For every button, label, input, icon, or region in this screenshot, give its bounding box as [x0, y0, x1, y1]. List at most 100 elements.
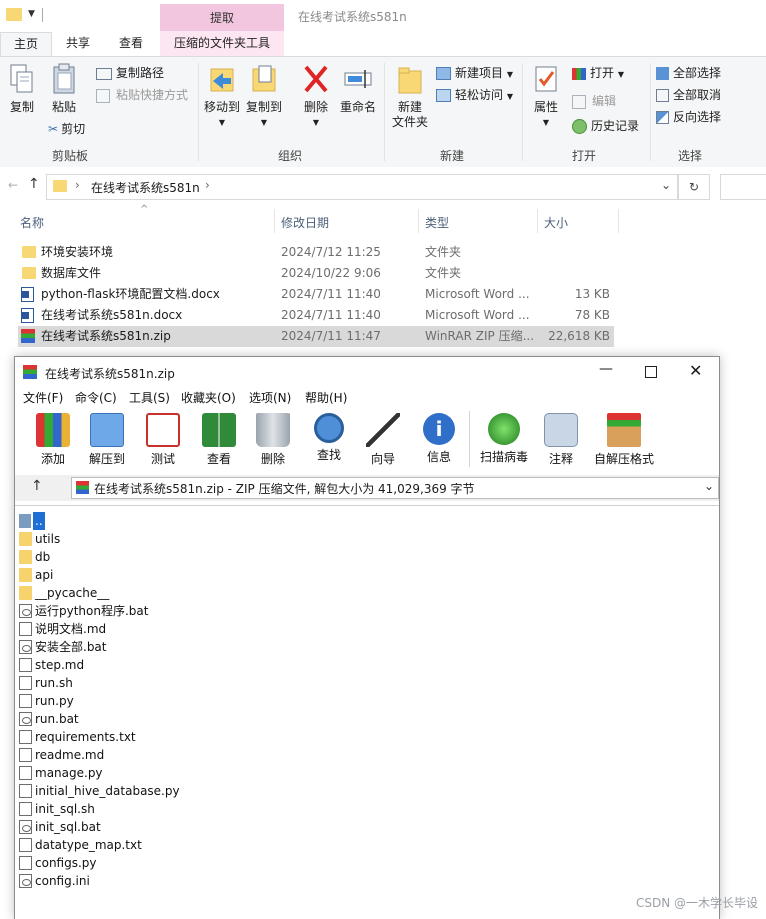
word-doc-icon [21, 287, 34, 302]
new-item-button[interactable]: 新建项目 ▼ [436, 63, 513, 83]
group-label-clipboard: 剪贴板 [52, 149, 89, 163]
ribbon: 复制 粘贴 复制路径 粘贴快捷方式 ✂ 剪切 剪贴板 移动到 ▼ 复制到 ▼ 删… [0, 56, 766, 168]
chevron-down-icon: ▼ [506, 92, 513, 101]
column-divider[interactable] [618, 209, 619, 233]
archive-entry-name: config.ini [35, 874, 90, 888]
rename-button[interactable]: 重命名 [336, 63, 380, 115]
search-input[interactable] [720, 174, 766, 200]
file-row[interactable]: python-flask环境配置文档.docx 2024/7/11 11:40 … [18, 284, 614, 305]
info-button[interactable]: i 信息 [413, 413, 465, 465]
archive-entry-name: run.py [35, 694, 74, 708]
chevron-down-icon: ▼ [542, 118, 550, 127]
chevron-down-icon: ▼ [260, 118, 268, 127]
tab-home[interactable]: 主页 [0, 32, 52, 57]
wizard-button[interactable]: 向导 [357, 413, 409, 467]
menu-favorites[interactable]: 收藏夹(O) [181, 389, 236, 406]
address-bar[interactable]: › 在线考试系统s581n › ⌄ [46, 174, 678, 200]
comment-button[interactable]: 注释 [535, 413, 587, 467]
chevron-down-icon[interactable]: ⌄ [661, 178, 671, 192]
copy-to-button[interactable]: 复制到 ▼ [244, 63, 284, 130]
archive-path-text: 在线考试系统s581n.zip - ZIP 压缩文件, 解包大小为 41,029… [94, 482, 475, 496]
new-folder-icon [398, 67, 422, 94]
copy-button[interactable]: 复制 [4, 63, 40, 115]
chevron-down-icon: ▼ [617, 70, 624, 79]
test-button[interactable]: 测试 [137, 413, 189, 467]
file-row[interactable]: 在线考试系统s581n.docx 2024/7/11 11:40 Microso… [18, 305, 614, 326]
winrar-zip-icon [21, 329, 35, 343]
ribbon-tabs: 主页 共享 查看 压缩的文件夹工具 [0, 31, 766, 57]
up-arrow-icon[interactable]: ↑ [28, 176, 40, 192]
tab-compressed-folder-tools[interactable]: 压缩的文件夹工具 [160, 31, 284, 56]
easy-access-button[interactable]: 轻松访问 ▼ [436, 85, 513, 105]
menu-tools[interactable]: 工具(S) [129, 389, 170, 406]
column-name[interactable]: 名称 [20, 214, 44, 231]
group-label-new: 新建 [440, 149, 465, 163]
settings-file-icon [19, 604, 32, 618]
group-divider [650, 63, 651, 161]
select-all-icon [656, 67, 669, 80]
add-button[interactable]: 添加 [27, 413, 79, 467]
cut-button[interactable]: ✂ 剪切 [48, 119, 85, 139]
delete-button[interactable]: 删除 [247, 413, 299, 467]
paste-shortcut-button[interactable]: 粘贴快捷方式 [96, 85, 188, 105]
column-divider[interactable] [418, 209, 419, 233]
select-none-button[interactable]: 全部取消 [656, 85, 721, 105]
archive-entry-name: 运行python程序.bat [35, 604, 149, 618]
file-row-selected[interactable]: 在线考试系统s581n.zip 2024/7/11 11:47 WinRAR Z… [18, 326, 614, 347]
file-type: WinRAR ZIP 压缩... [425, 329, 535, 343]
find-button[interactable]: 查找 [303, 413, 355, 463]
delete-button[interactable]: 删除 ▼ [298, 63, 334, 130]
edit-button[interactable]: 编辑 [572, 91, 616, 111]
copy-to-icon [252, 65, 276, 92]
menu-help[interactable]: 帮助(H) [305, 389, 347, 406]
column-date[interactable]: 修改日期 [281, 214, 329, 231]
sfx-box-icon [607, 413, 641, 447]
minimize-icon[interactable]: — [599, 361, 613, 377]
group-label-open: 打开 [572, 149, 597, 163]
copy-path-button[interactable]: 复制路径 [96, 63, 164, 83]
file-icon [19, 676, 32, 690]
menu-file[interactable]: 文件(F) [23, 389, 63, 406]
chevron-down-icon[interactable]: ▼ [28, 9, 35, 19]
close-icon[interactable]: ✕ [689, 361, 702, 380]
paste-button[interactable]: 粘贴 [46, 63, 82, 115]
history-button[interactable]: 历史记录 [572, 116, 639, 136]
folder-icon [22, 246, 36, 258]
column-divider[interactable] [537, 209, 538, 233]
menu-command[interactable]: 命令(C) [75, 389, 117, 406]
archive-path-field[interactable]: 在线考试系统s581n.zip - ZIP 压缩文件, 解包大小为 41,029… [71, 477, 719, 499]
extract-to-button[interactable]: 解压到 [81, 413, 133, 467]
chevron-right-icon[interactable]: › [205, 178, 210, 192]
up-arrow-icon[interactable]: ↑ [31, 478, 43, 494]
tab-share[interactable]: 共享 [54, 32, 102, 56]
invert-selection-button[interactable]: 反向选择 [656, 107, 721, 127]
sort-caret-icon: ^ [140, 204, 149, 215]
folder-icon[interactable] [6, 8, 22, 21]
column-type[interactable]: 类型 [425, 214, 449, 231]
scan-virus-button[interactable]: 扫描病毒 [477, 413, 531, 465]
view-button[interactable]: 查看 [193, 413, 245, 467]
archive-entry-name: run.sh [35, 676, 73, 690]
chevron-down-icon[interactable]: ⌄ [704, 479, 714, 493]
properties-button[interactable]: 属性 ▼ [528, 63, 564, 130]
move-to-button[interactable]: 移动到 ▼ [202, 63, 242, 130]
tab-view[interactable]: 查看 [106, 32, 156, 56]
back-arrow-icon[interactable]: ← [8, 178, 18, 192]
archive-entry[interactable]: .. [19, 512, 45, 530]
select-all-button[interactable]: 全部选择 [656, 63, 721, 83]
winrar-icon [23, 365, 37, 379]
archive-entry-name: run.bat [35, 712, 79, 726]
sfx-button[interactable]: 自解压格式 [591, 413, 657, 467]
archive-entry-name: .. [33, 512, 45, 530]
file-row[interactable]: 数据库文件 2024/10/22 9:06 文件夹 [18, 263, 614, 284]
column-size[interactable]: 大小 [544, 214, 568, 231]
maximize-icon[interactable] [645, 366, 657, 378]
new-folder-button[interactable]: 新建 文件夹 [388, 63, 432, 130]
context-tab-extract[interactable]: 提取 [160, 4, 284, 32]
refresh-icon[interactable]: ↻ [678, 174, 710, 200]
menu-options[interactable]: 选项(N) [249, 389, 291, 406]
file-row[interactable]: 环境安装环境 2024/7/12 11:25 文件夹 [18, 242, 614, 263]
column-divider[interactable] [274, 209, 275, 233]
open-button[interactable]: 打开 ▼ [572, 63, 624, 83]
virus-scan-icon [488, 413, 520, 445]
